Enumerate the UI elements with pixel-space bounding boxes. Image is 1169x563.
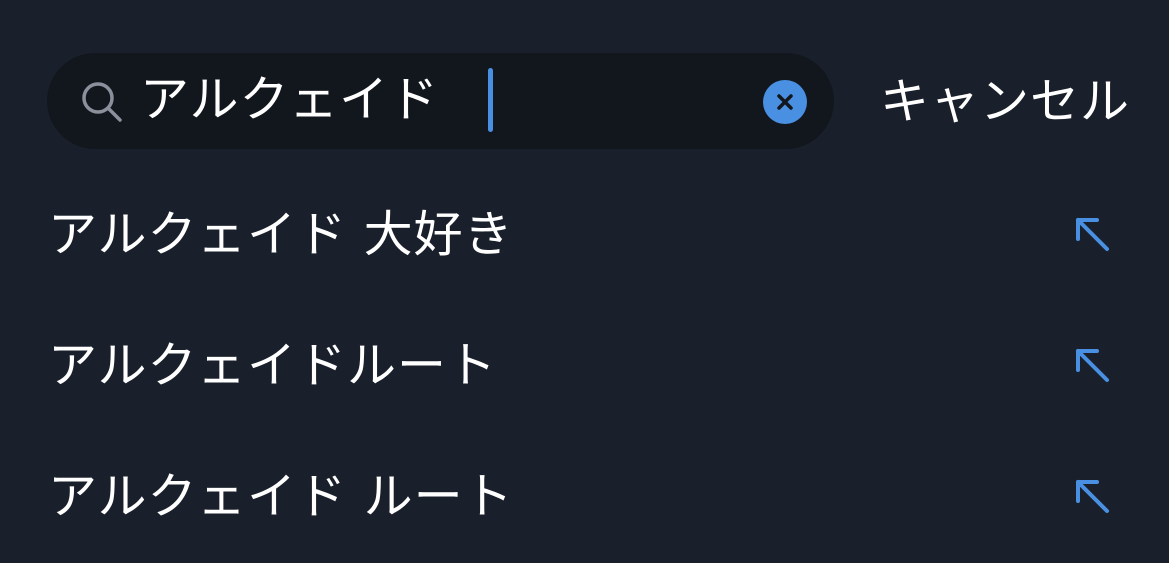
suggestion-label: アルクェイド 大好き bbox=[48, 206, 514, 263]
suggestion-label: アルクェイドルート bbox=[48, 337, 498, 394]
clear-search-button[interactable] bbox=[763, 80, 807, 124]
cancel-button[interactable]: キャンセル bbox=[880, 62, 1130, 142]
suggestion-item[interactable]: アルクェイド ルート bbox=[0, 432, 1169, 563]
suggestion-label: アルクェイド ルート bbox=[48, 468, 514, 525]
search-icon bbox=[80, 80, 124, 124]
arrow-up-left-icon[interactable] bbox=[1071, 344, 1113, 386]
suggestion-item[interactable]: アルクェイド 大好き bbox=[0, 170, 1169, 301]
suggestion-item[interactable]: アルクェイドルート bbox=[0, 301, 1169, 432]
arrow-up-left-icon[interactable] bbox=[1071, 475, 1113, 517]
clear-icon bbox=[777, 94, 793, 110]
suggestion-list: アルクェイド 大好き アルクェイドルート アルクェイド ルート bbox=[0, 170, 1169, 563]
arrow-up-left-icon[interactable] bbox=[1071, 213, 1113, 255]
search-input[interactable]: アルクェイド bbox=[140, 60, 439, 140]
text-caret bbox=[488, 68, 493, 132]
